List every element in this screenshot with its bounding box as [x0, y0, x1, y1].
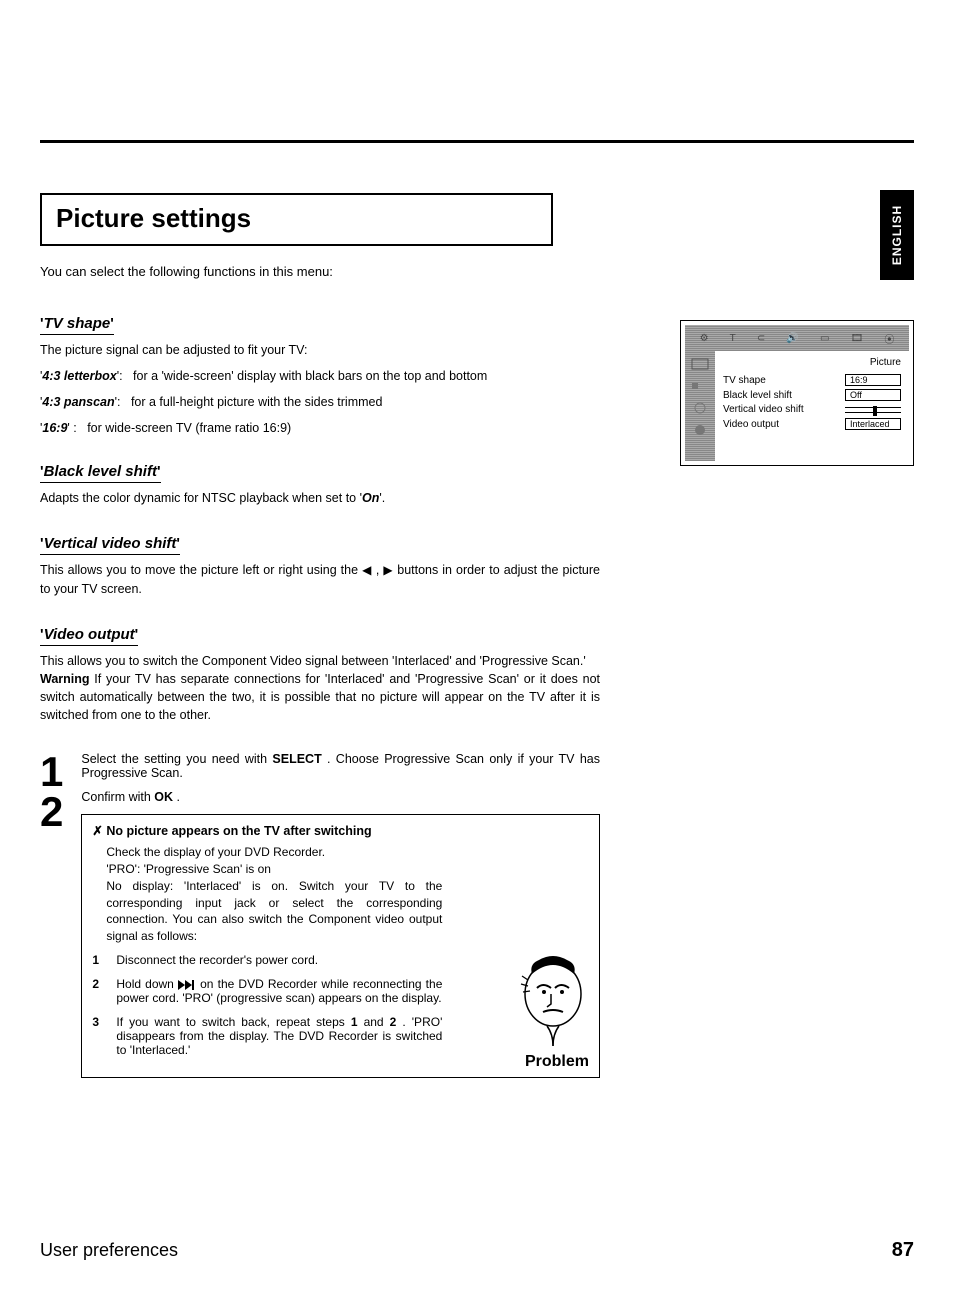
video-output-warning: Warning If your TV has separate connecti… — [40, 670, 600, 724]
osd-label: TV shape — [723, 375, 766, 386]
osd-row-blacklevel: Black level shift Off — [723, 389, 901, 401]
problem-steps: 1Disconnect the recorder's power cord. 2… — [92, 953, 442, 1057]
problem-label: Problem — [525, 1053, 589, 1071]
section-vertical-shift: 'Vertical video shift' This allows you t… — [40, 535, 600, 598]
osd-slider — [845, 407, 901, 413]
page-title: Picture settings — [56, 203, 251, 234]
left-arrow-icon: ◀ — [362, 563, 372, 577]
option-169: '16:9' : for wide-screen TV (frame ratio… — [40, 421, 600, 435]
osd-screenshot: ⚙ T ⊂ 🔊 ▭ 🎞 ⦿ Picture TV shape 16:9 Blac… — [680, 320, 914, 466]
step-1-text: Select the setting you need with SELECT … — [81, 752, 600, 780]
osd-row-videoout: Video output Interlaced — [723, 418, 901, 430]
step-numbers: 1 2 — [40, 752, 63, 1078]
osd-sidebar — [685, 351, 715, 461]
osd-label: Video output — [723, 419, 779, 430]
tv-icon — [691, 357, 709, 371]
step-num-1: 1 — [40, 752, 63, 792]
warning-label: Warning — [40, 672, 90, 686]
problem-step-3: 3If you want to switch back, repeat step… — [92, 1015, 442, 1057]
osd-value: Off — [845, 389, 901, 401]
problem-title: No picture appears on the TV after switc… — [92, 823, 589, 838]
osd-top-icon: ⦿ — [884, 331, 894, 346]
heading-video-output: 'Video output' — [40, 626, 138, 646]
osd-panel: Picture TV shape 16:9 Black level shift … — [715, 351, 909, 461]
intro-text: You can select the following functions i… — [40, 264, 914, 279]
skip-forward-icon — [178, 977, 196, 991]
worried-face-icon — [517, 954, 589, 1049]
term: 4:3 letterbox — [42, 369, 116, 383]
steps: 1 2 Select the setting you need with SEL… — [40, 752, 600, 1078]
page-number: 87 — [892, 1239, 914, 1262]
select-button-label: SELECT — [272, 752, 321, 766]
osd-heading: Picture — [723, 357, 901, 368]
step-num-2: 2 — [40, 792, 63, 832]
language-tab: ENGLISH — [880, 190, 914, 280]
tv-shape-text: The picture signal can be adjusted to fi… — [40, 341, 600, 359]
osd-top-icon: ⚙ — [700, 333, 709, 344]
osd-top-icon: 🎞 — [851, 333, 864, 344]
def: for a full-height picture with the sides… — [131, 395, 383, 409]
option-letterbox: '4:3 letterbox': for a 'wide-screen' dis… — [40, 369, 600, 383]
section-black-level: 'Black level shift' Adapts the color dyn… — [40, 463, 600, 507]
video-output-p1: This allows you to switch the Component … — [40, 652, 600, 670]
tv-shape-options: '4:3 letterbox': for a 'wide-screen' dis… — [40, 369, 600, 435]
title-box: Picture settings — [40, 193, 553, 246]
problem-box: No picture appears on the TV after switc… — [81, 814, 600, 1078]
osd-topbar: ⚙ T ⊂ 🔊 ▭ 🎞 ⦿ — [685, 325, 909, 351]
def: for a 'wide-screen' display with black b… — [133, 369, 487, 383]
def: for wide-screen TV (frame ratio 16:9) — [87, 421, 291, 435]
option-panscan: '4:3 panscan': for a full-height picture… — [40, 395, 600, 409]
footer: User preferences 87 — [40, 1239, 914, 1262]
osd-value: 16:9 — [845, 374, 901, 386]
disc-icon — [691, 401, 709, 415]
osd-top-icon: T — [730, 333, 736, 344]
heading-text: Black level shift — [44, 463, 157, 480]
term: 4:3 panscan — [42, 395, 114, 409]
osd-row-vshift: Vertical video shift — [723, 404, 901, 415]
osd-top-icon: ▭ — [820, 333, 829, 344]
ok-button-label: OK — [154, 790, 173, 804]
heading-vertical-shift: 'Vertical video shift' — [40, 535, 180, 555]
step-body: Select the setting you need with SELECT … — [81, 752, 600, 1078]
osd-label: Vertical video shift — [723, 404, 804, 415]
section-tv-shape: 'TV shape' The picture signal can be adj… — [40, 315, 600, 435]
vertical-shift-text: This allows you to move the picture left… — [40, 561, 600, 598]
right-arrow-icon: ▶ — [383, 563, 393, 577]
top-rule — [40, 140, 914, 143]
footer-title: User preferences — [40, 1240, 178, 1261]
heading-tv-shape-text: TV shape — [44, 315, 111, 332]
step-2-text: Confirm with OK . — [81, 790, 600, 804]
osd-top-icon: 🔊 — [786, 333, 798, 344]
black-level-text: Adapts the color dynamic for NTSC playba… — [40, 489, 600, 507]
sound-icon — [691, 379, 709, 393]
term: 16:9 — [42, 421, 67, 435]
problem-step-1: 1Disconnect the recorder's power cord. — [92, 953, 442, 967]
osd-row-tvshape: TV shape 16:9 — [723, 374, 901, 386]
heading-tv-shape: 'TV shape' — [40, 315, 114, 335]
language-tab-text: ENGLISH — [890, 205, 904, 265]
heading-black-level: 'Black level shift' — [40, 463, 161, 483]
rec-icon — [691, 423, 709, 437]
heading-text: Vertical video shift — [44, 535, 177, 552]
problem-body: Check the display of your DVD Recorder. … — [92, 844, 442, 945]
osd-top-icon: ⊂ — [757, 333, 765, 344]
osd-value: Interlaced — [845, 418, 901, 430]
section-video-output: 'Video output' This allows you to switch… — [40, 626, 600, 725]
osd-label: Black level shift — [723, 390, 792, 401]
heading-text: Video output — [44, 626, 135, 643]
problem-step-2: 2Hold down on the DVD Recorder while rec… — [92, 977, 442, 1005]
